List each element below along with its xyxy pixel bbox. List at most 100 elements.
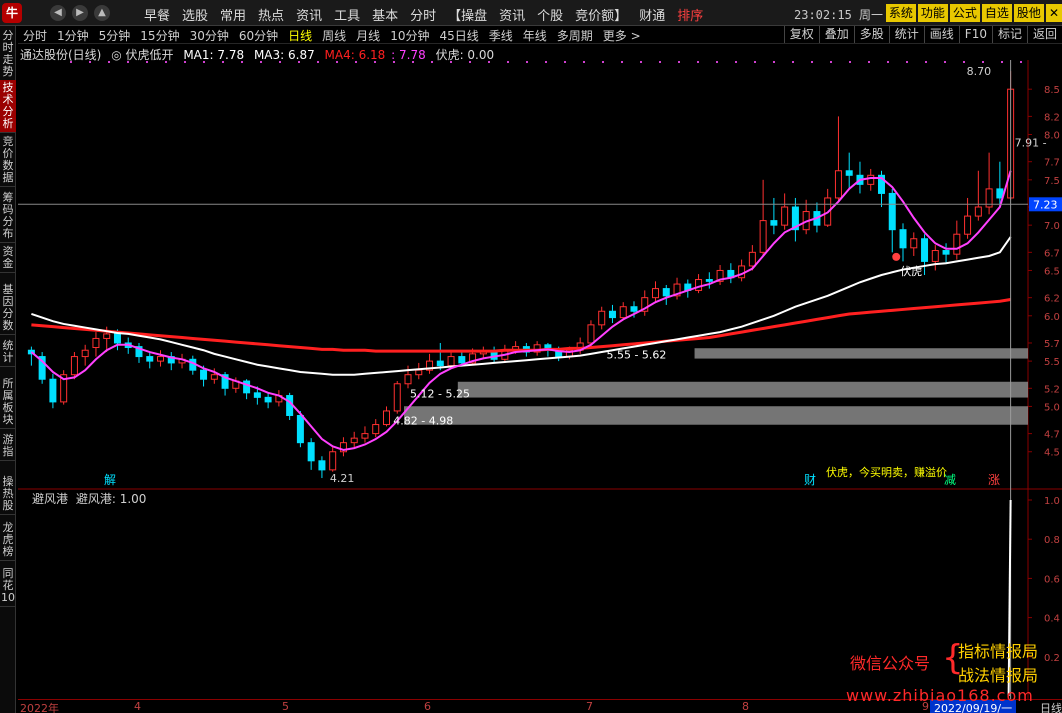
period-tab[interactable]: 30分钟 xyxy=(185,27,234,44)
tool-button[interactable]: 标记 xyxy=(991,26,1027,43)
side-tab[interactable]: 统计 xyxy=(0,338,16,367)
candle xyxy=(146,352,154,369)
kline-chart[interactable]: 8.58.28.07.77.57.27.06.76.56.26.05.75.55… xyxy=(18,60,1062,700)
tool-button[interactable]: 画线 xyxy=(923,26,959,43)
side-tab[interactable]: 所属板块 xyxy=(0,376,16,429)
signal-dot xyxy=(355,61,357,63)
period-indicator: 日线 xyxy=(1040,702,1062,713)
candle xyxy=(329,447,337,472)
signal-dot xyxy=(469,61,471,63)
watermark-line-2: 战法情报局 xyxy=(958,666,1039,685)
menu-item[interactable]: 早餐 xyxy=(138,5,176,24)
price-tick-label: 6.5 xyxy=(1044,266,1060,277)
period-tab[interactable]: 分时 xyxy=(18,27,52,44)
menu-item[interactable]: 竞价额】 xyxy=(569,5,633,24)
side-tab[interactable]: 游指 xyxy=(0,432,16,461)
menu-item[interactable]: 常用 xyxy=(214,5,252,24)
candle xyxy=(802,199,810,235)
sub-indicator-name[interactable]: 避风港 xyxy=(32,492,68,506)
forward-icon[interactable]: ▶ xyxy=(72,5,88,21)
candle xyxy=(824,188,832,227)
price-tick-label: 8.2 xyxy=(1044,112,1060,123)
toolbar-button[interactable]: ✕ xyxy=(1045,4,1062,22)
menu-item[interactable]: 工具 xyxy=(328,5,366,24)
signal-dot xyxy=(925,61,927,63)
back-icon[interactable]: ◀ xyxy=(50,5,66,21)
signal-dot xyxy=(260,61,262,63)
period-tab[interactable]: 45日线 xyxy=(434,27,483,44)
tool-button[interactable]: 复权 xyxy=(783,26,819,43)
candle xyxy=(135,342,143,363)
signal-dot xyxy=(602,61,604,63)
menu-item[interactable]: 资讯 xyxy=(290,5,328,24)
side-tab[interactable]: 资金 xyxy=(0,244,16,273)
signal-tag: 解 xyxy=(104,473,116,487)
side-tab[interactable]: 基因分数 xyxy=(0,282,16,335)
tool-button[interactable]: 叠加 xyxy=(818,26,854,43)
period-tab[interactable]: 周线 xyxy=(317,27,351,44)
menu-item[interactable]: 排序 xyxy=(671,5,709,24)
sub-tick-label: 0.8 xyxy=(1044,535,1060,546)
signal-dot xyxy=(849,61,851,63)
tool-button[interactable]: F10 xyxy=(958,26,992,43)
side-tab[interactable]: 龙虎榜 xyxy=(0,520,16,561)
period-tab[interactable]: 更多 > xyxy=(598,27,646,44)
tool-button[interactable]: 返回 xyxy=(1026,26,1062,43)
side-tab[interactable]: 操热股 xyxy=(0,474,16,515)
toolbar-button[interactable]: 系统 xyxy=(885,4,916,22)
signal-dot xyxy=(336,61,338,63)
toolbar-button[interactable]: 功能 xyxy=(917,4,948,22)
menu-item[interactable]: 选股 xyxy=(176,5,214,24)
side-tab[interactable]: 分时走势 xyxy=(0,28,16,81)
menu-item[interactable]: 分时 xyxy=(404,5,442,24)
signal-dot xyxy=(450,61,452,63)
menu-item[interactable]: 热点 xyxy=(252,5,290,24)
menu-item[interactable]: 个股 xyxy=(531,5,569,24)
candle xyxy=(888,188,896,253)
side-tab[interactable]: 同花10 xyxy=(0,566,16,607)
menu-item[interactable]: 【操盘 xyxy=(442,5,493,24)
period-tab[interactable]: 年线 xyxy=(518,27,552,44)
period-tab[interactable]: 5分钟 xyxy=(94,27,136,44)
price-tick-label: 6.2 xyxy=(1044,294,1060,305)
price-tick-label: 6.0 xyxy=(1044,312,1060,323)
sub-tick-label: 0.6 xyxy=(1044,574,1060,585)
candle xyxy=(372,419,380,438)
period-tab[interactable]: 日线 xyxy=(283,27,317,44)
toolbar-button[interactable]: 公式 xyxy=(949,4,980,22)
period-tab[interactable]: 60分钟 xyxy=(234,27,283,44)
period-tab[interactable]: 多周期 xyxy=(552,27,598,44)
period-tab[interactable]: 季线 xyxy=(484,27,518,44)
side-tab[interactable]: 竞价数据 xyxy=(0,134,16,187)
side-tab[interactable]: 筹码分布 xyxy=(0,190,16,243)
date-tick-label: 8 xyxy=(742,700,749,713)
candle xyxy=(716,265,724,285)
period-tab[interactable]: 15分钟 xyxy=(135,27,184,44)
signal-dot xyxy=(716,61,718,63)
candle xyxy=(695,274,703,294)
side-tab[interactable]: 技术分析 xyxy=(0,80,16,133)
candle xyxy=(60,370,68,405)
toolbar-button[interactable]: 自选 xyxy=(981,4,1012,22)
period-tab[interactable]: 月线 xyxy=(351,27,385,44)
candle xyxy=(781,193,789,230)
support-zone xyxy=(404,406,1028,425)
candle xyxy=(286,392,294,421)
tool-button[interactable]: 统计 xyxy=(888,26,924,43)
menu-item[interactable]: 财通 xyxy=(633,5,671,24)
toolbar-button[interactable]: 股他 xyxy=(1013,4,1044,22)
menu-item[interactable]: 资讯 xyxy=(493,5,531,24)
signal-dot xyxy=(1020,61,1022,63)
up-icon[interactable]: ▲ xyxy=(94,5,110,21)
candle xyxy=(275,390,283,407)
tool-button[interactable]: 多股 xyxy=(853,26,889,43)
period-tab[interactable]: 1分钟 xyxy=(52,27,94,44)
period-tab[interactable]: 10分钟 xyxy=(385,27,434,44)
candle xyxy=(759,179,767,256)
candle xyxy=(318,456,326,479)
candle xyxy=(350,431,358,448)
menu-item[interactable]: 基本 xyxy=(366,5,404,24)
watermark-url: www.zhibiao168.com xyxy=(846,686,1034,705)
top-menu-bar: 牛 ◀ ▶ ▲ 早餐 选股 常用 热点 资讯 工具 基本 分时 【操盘 资讯 个股 竞价额】 财通 排序 … xyxy=(0,0,1062,26)
support-zone xyxy=(694,348,1028,359)
